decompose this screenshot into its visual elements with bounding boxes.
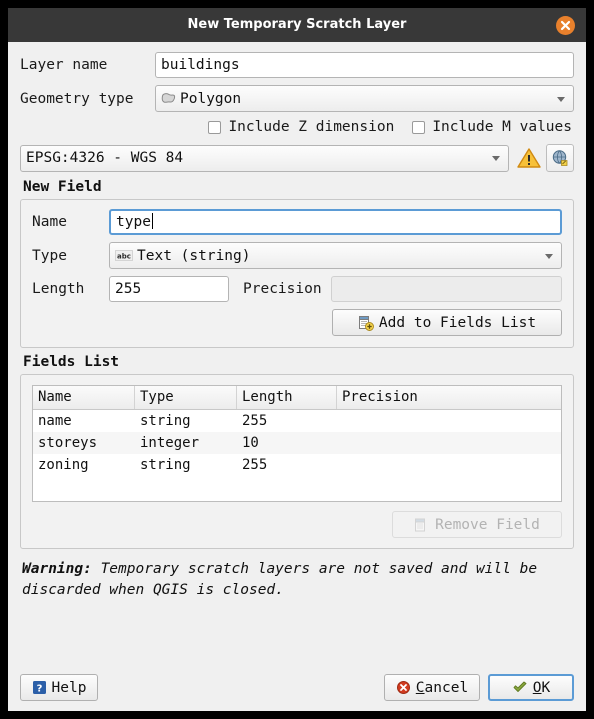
cell-precision [337,432,561,454]
cancel-x-icon [396,680,411,695]
column-header-type[interactable]: Type [135,386,237,409]
remove-field-button[interactable]: Remove Field [392,511,562,538]
svg-text:?: ? [36,683,42,694]
polygon-icon [161,92,176,105]
abc-text-icon: abc [115,249,133,262]
cell-name: name [38,413,72,429]
cell-precision [337,410,561,432]
remove-field-row: Remove Field [32,511,562,538]
svg-text:abc: abc [117,252,131,260]
fields-table[interactable]: Name Type Length Precision name string 2… [32,385,562,502]
field-type-value: Text (string) [137,247,251,264]
column-header-name[interactable]: Name [33,386,135,409]
select-crs-globe-icon[interactable] [546,144,574,172]
chevron-down-icon-type [545,253,553,259]
cell-length: 255 [242,413,268,429]
cancel-label-rest: ancel [424,679,469,696]
include-m-values-checkbox[interactable]: Include M values [412,119,572,135]
field-name-row: Name type [32,209,562,235]
chevron-down-icon-crs [492,156,500,161]
include-z-dimension-checkbox[interactable]: Include Z dimension [208,119,394,135]
add-to-fields-list-label: Add to Fields List [378,314,537,331]
text-cursor [151,213,153,229]
new-temporary-scratch-layer-dialog: New Temporary Scratch Layer Layer name b… [8,8,586,711]
ok-label: OK [532,679,551,696]
crs-combo[interactable]: EPSG:4326 - WGS 84 [20,144,509,172]
field-length-input[interactable]: 255 [109,276,229,302]
include-z-dimension-label: Include Z dimension [228,119,395,135]
geometry-type-value: Polygon [180,90,242,107]
add-to-fields-list-button[interactable]: Add to Fields List [332,309,562,336]
cell-type: string [140,413,191,429]
fields-list-group: Name Type Length Precision name string 2… [20,374,574,549]
field-name-input[interactable]: type [109,209,562,235]
cell-type: integer [140,435,200,451]
title-bar: New Temporary Scratch Layer [8,8,586,42]
close-icon[interactable] [556,16,575,35]
ok-label-rest: K [541,679,551,696]
cell-length: 10 [242,435,259,451]
ok-check-icon [512,680,528,695]
checkbox-box-m[interactable] [412,120,426,134]
chevron-down-icon [557,96,565,102]
new-field-group: Name type Type abc Text (string) Length … [20,199,574,348]
geometry-type-row: Geometry type Polygon [20,85,574,112]
fields-table-header: Name Type Length Precision [33,386,561,410]
cell-name: storeys [38,435,98,451]
ok-button[interactable]: OK [488,674,574,701]
table-row[interactable]: storeys integer 10 [33,432,561,454]
layer-name-label: Layer name [20,57,108,73]
help-question-icon: ? [32,680,47,695]
remove-field-icon [414,517,430,533]
help-button[interactable]: ? Help [20,674,98,701]
geometry-type-combo[interactable]: Polygon [155,85,574,112]
dimension-checkbox-row: Include Z dimension Include M values [20,119,574,135]
field-length-precision-row: Length 255 Precision [32,276,562,302]
field-precision-input[interactable] [330,276,562,302]
column-header-length[interactable]: Length [237,386,337,409]
field-type-combo[interactable]: abc Text (string) [109,242,562,269]
table-row[interactable]: name string 255 [33,410,561,432]
cancel-label: Cancel [415,679,469,696]
field-type-label: Type [32,247,67,264]
warning-triangle-icon [517,147,541,169]
fields-list-group-title: Fields List [23,354,120,370]
layer-name-row: Layer name buildings [20,52,574,78]
add-field-row: Add to Fields List [32,309,562,336]
cancel-button[interactable]: Cancel [384,674,480,701]
new-field-group-title: New Field [23,179,102,195]
cell-type: string [140,457,191,473]
cell-precision [337,454,561,476]
crs-value: EPSG:4326 - WGS 84 [26,150,184,166]
cell-name: zoning [38,457,89,473]
layer-name-input[interactable]: buildings [155,52,574,78]
remove-field-label: Remove Field [435,516,540,533]
dialog-body: Layer name buildings Geometry type Polyg… [8,42,586,674]
column-header-precision[interactable]: Precision [337,386,561,409]
warning-text: Warning: Temporary scratch layers are no… [22,559,572,601]
field-name-value: type [116,214,151,230]
crs-row: EPSG:4326 - WGS 84 [20,144,574,172]
include-m-values-label: Include M values [432,119,572,135]
warning-prefix: Warning: [22,561,92,577]
cell-length: 255 [242,457,268,473]
checkbox-box-z[interactable] [208,120,222,134]
dialog-footer: ? Help Cancel OK [8,674,586,711]
field-length-label: Length [32,281,85,297]
warning-message: Temporary scratch layers are not saved a… [22,561,538,598]
field-type-row: Type abc Text (string) [32,242,562,269]
field-precision-label: Precision [243,281,322,297]
window-title: New Temporary Scratch Layer [187,17,407,32]
table-row[interactable]: zoning string 255 [33,454,561,476]
geometry-type-label: Geometry type [20,90,134,107]
add-field-icon [358,315,374,331]
help-label: Help [51,679,87,696]
field-name-label: Name [32,214,67,230]
